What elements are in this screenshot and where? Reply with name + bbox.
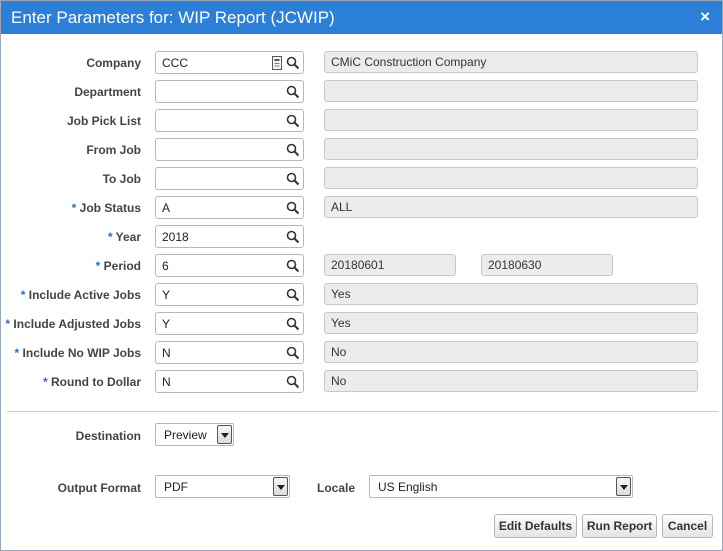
- from-job-input[interactable]: [155, 138, 304, 161]
- include-no-wip-jobs-description: No: [324, 341, 698, 363]
- job-status-label: * Job Status: [71, 201, 141, 215]
- required-marker: *: [95, 259, 101, 273]
- period-start-date: 20180601: [324, 254, 456, 276]
- output-format-value: PDF: [164, 480, 188, 494]
- round-to-dollar-label: * Round to Dollar: [42, 375, 141, 389]
- output-format-select[interactable]: PDF: [155, 475, 290, 498]
- year-label: * Year: [107, 230, 141, 244]
- title-bar: Enter Parameters for: WIP Report (JCWIP)…: [1, 1, 722, 34]
- run-report-button[interactable]: Run Report: [582, 514, 657, 538]
- company-value: CCC: [162, 56, 188, 70]
- company-description: CMiC Construction Company: [324, 51, 698, 73]
- magnifier-icon[interactable]: [286, 143, 300, 157]
- required-marker: *: [14, 346, 20, 360]
- round-to-dollar-description: No: [324, 370, 698, 392]
- period-end-date: 20180630: [481, 254, 613, 276]
- edit-defaults-button[interactable]: Edit Defaults: [494, 514, 577, 538]
- job-status-input[interactable]: A: [155, 196, 304, 219]
- period-input[interactable]: 6: [155, 254, 304, 277]
- magnifier-icon[interactable]: [286, 201, 300, 215]
- department-description: [324, 80, 698, 102]
- round-to-dollar-input[interactable]: N: [155, 370, 304, 393]
- magnifier-icon[interactable]: [286, 172, 300, 186]
- job-pick-list-input[interactable]: [155, 109, 304, 132]
- to-job-description: [324, 167, 698, 189]
- job-pick-list-label: Job Pick List: [66, 114, 141, 128]
- job-pick-list-description: [324, 109, 698, 131]
- output-format-label: Output Format: [57, 481, 141, 495]
- required-marker: *: [20, 288, 26, 302]
- company-input[interactable]: CCC: [155, 51, 304, 74]
- year-value: 2018: [162, 230, 189, 244]
- magnifier-icon[interactable]: [286, 346, 300, 360]
- chevron-down-icon[interactable]: [217, 425, 232, 444]
- department-label: Department: [74, 85, 141, 99]
- include-no-wip-jobs-input[interactable]: N: [155, 341, 304, 364]
- required-marker: *: [42, 375, 48, 389]
- department-input[interactable]: [155, 80, 304, 103]
- to-job-input[interactable]: [155, 167, 304, 190]
- include-no-wip-jobs-value: N: [162, 346, 171, 360]
- locale-select[interactable]: US English: [369, 475, 633, 498]
- from-job-label: From Job: [86, 143, 141, 157]
- from-job-description: [324, 138, 698, 160]
- magnifier-icon[interactable]: [286, 288, 300, 302]
- include-active-jobs-input[interactable]: Y: [155, 283, 304, 306]
- required-marker: *: [71, 201, 77, 215]
- include-no-wip-jobs-label: * Include No WIP Jobs: [14, 346, 141, 360]
- locale-label: Locale: [316, 481, 355, 495]
- required-marker: *: [5, 317, 11, 331]
- company-label: Company: [86, 56, 141, 70]
- cancel-button[interactable]: Cancel: [662, 514, 713, 538]
- include-active-jobs-value: Y: [162, 288, 171, 302]
- magnifier-icon[interactable]: [286, 375, 300, 389]
- chevron-down-icon[interactable]: [273, 477, 288, 496]
- destination-select[interactable]: Preview: [155, 423, 234, 446]
- include-adjusted-jobs-value: Y: [162, 317, 171, 331]
- magnifier-icon[interactable]: [286, 114, 300, 128]
- to-job-label: To Job: [102, 172, 141, 186]
- dialog-title: Enter Parameters for: WIP Report (JCWIP): [11, 8, 335, 27]
- include-active-jobs-label: * Include Active Jobs: [20, 288, 141, 302]
- magnifier-icon[interactable]: [286, 317, 300, 331]
- magnifier-icon[interactable]: [286, 56, 300, 70]
- job-status-description: ALL: [324, 196, 698, 218]
- close-icon[interactable]: ×: [700, 7, 710, 27]
- include-adjusted-jobs-description: Yes: [324, 312, 698, 334]
- include-active-jobs-description: Yes: [324, 283, 698, 305]
- destination-label: Destination: [75, 429, 141, 443]
- period-label: * Period: [95, 259, 141, 273]
- separator: [7, 411, 718, 412]
- include-adjusted-jobs-input[interactable]: Y: [155, 312, 304, 335]
- magnifier-icon[interactable]: [286, 230, 300, 244]
- magnifier-icon[interactable]: [286, 85, 300, 99]
- destination-value: Preview: [164, 428, 207, 442]
- calendar-icon[interactable]: [272, 56, 282, 70]
- required-marker: *: [107, 230, 113, 244]
- locale-value: US English: [378, 480, 438, 494]
- job-status-value: A: [162, 201, 171, 215]
- round-to-dollar-value: N: [162, 375, 171, 389]
- magnifier-icon[interactable]: [286, 259, 300, 273]
- chevron-down-icon[interactable]: [616, 477, 631, 496]
- year-input[interactable]: 2018: [155, 225, 304, 248]
- include-adjusted-jobs-label: * Include Adjusted Jobs: [5, 317, 141, 331]
- period-value: 6: [162, 259, 169, 273]
- parameters-dialog: Enter Parameters for: WIP Report (JCWIP)…: [0, 0, 723, 551]
